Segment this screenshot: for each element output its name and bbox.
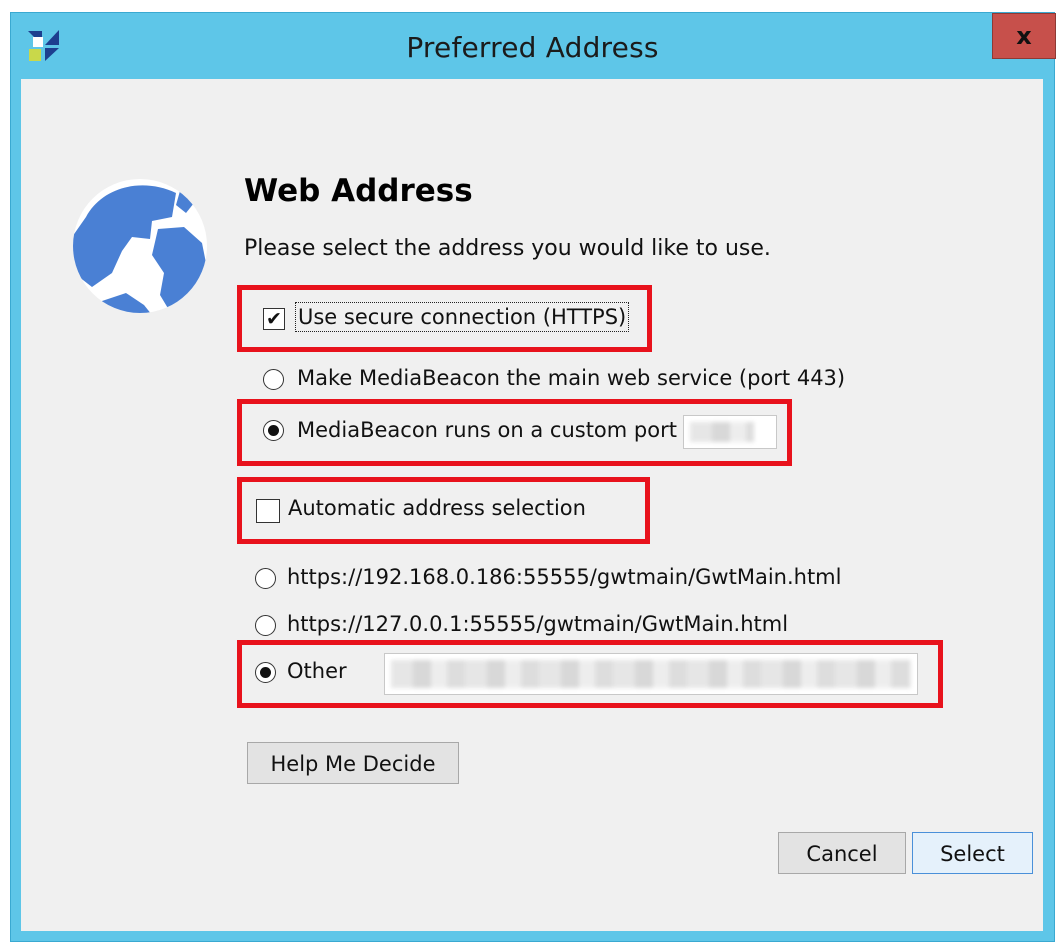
other-address-input[interactable] xyxy=(384,653,918,695)
secure-connection-label[interactable]: Use secure connection (HTTPS) xyxy=(294,302,630,332)
instruction-text: Please select the address you would like… xyxy=(244,236,771,261)
address-option-2-label[interactable]: https://127.0.0.1:55555/gwtmain/GwtMain.… xyxy=(287,612,788,636)
title-bar[interactable]: Preferred Address x xyxy=(11,13,1056,79)
cancel-button[interactable]: Cancel xyxy=(778,832,906,874)
radio-selected-dot xyxy=(260,667,271,678)
secure-connection-checkbox[interactable]: ✔ xyxy=(263,308,285,330)
redacted-value xyxy=(391,660,911,688)
window-title: Preferred Address xyxy=(406,31,659,64)
custom-port-radio[interactable] xyxy=(263,420,284,441)
radio-selected-dot xyxy=(268,425,279,436)
help-me-decide-button[interactable]: Help Me Decide xyxy=(247,742,459,784)
close-icon: x xyxy=(1016,22,1032,50)
section-heading: Web Address xyxy=(244,173,473,209)
port-443-label[interactable]: Make MediaBeacon the main web service (p… xyxy=(297,366,845,390)
address-option-1-radio[interactable] xyxy=(255,568,276,589)
custom-port-input[interactable] xyxy=(683,415,777,449)
auto-address-checkbox[interactable] xyxy=(256,499,280,523)
checkmark-icon: ✔ xyxy=(266,308,282,330)
other-address-label[interactable]: Other xyxy=(287,659,347,683)
redacted-value xyxy=(690,422,754,442)
select-button[interactable]: Select xyxy=(912,832,1033,874)
port-443-radio[interactable] xyxy=(263,369,284,390)
close-button[interactable]: x xyxy=(992,13,1056,59)
other-address-radio[interactable] xyxy=(255,662,276,683)
custom-port-label[interactable]: MediaBeacon runs on a custom port xyxy=(297,418,677,442)
auto-address-label[interactable]: Automatic address selection xyxy=(288,496,586,520)
address-option-2-radio[interactable] xyxy=(255,615,276,636)
globe-icon xyxy=(73,179,207,313)
address-option-1-label[interactable]: https://192.168.0.186:55555/gwtmain/GwtM… xyxy=(287,565,841,589)
